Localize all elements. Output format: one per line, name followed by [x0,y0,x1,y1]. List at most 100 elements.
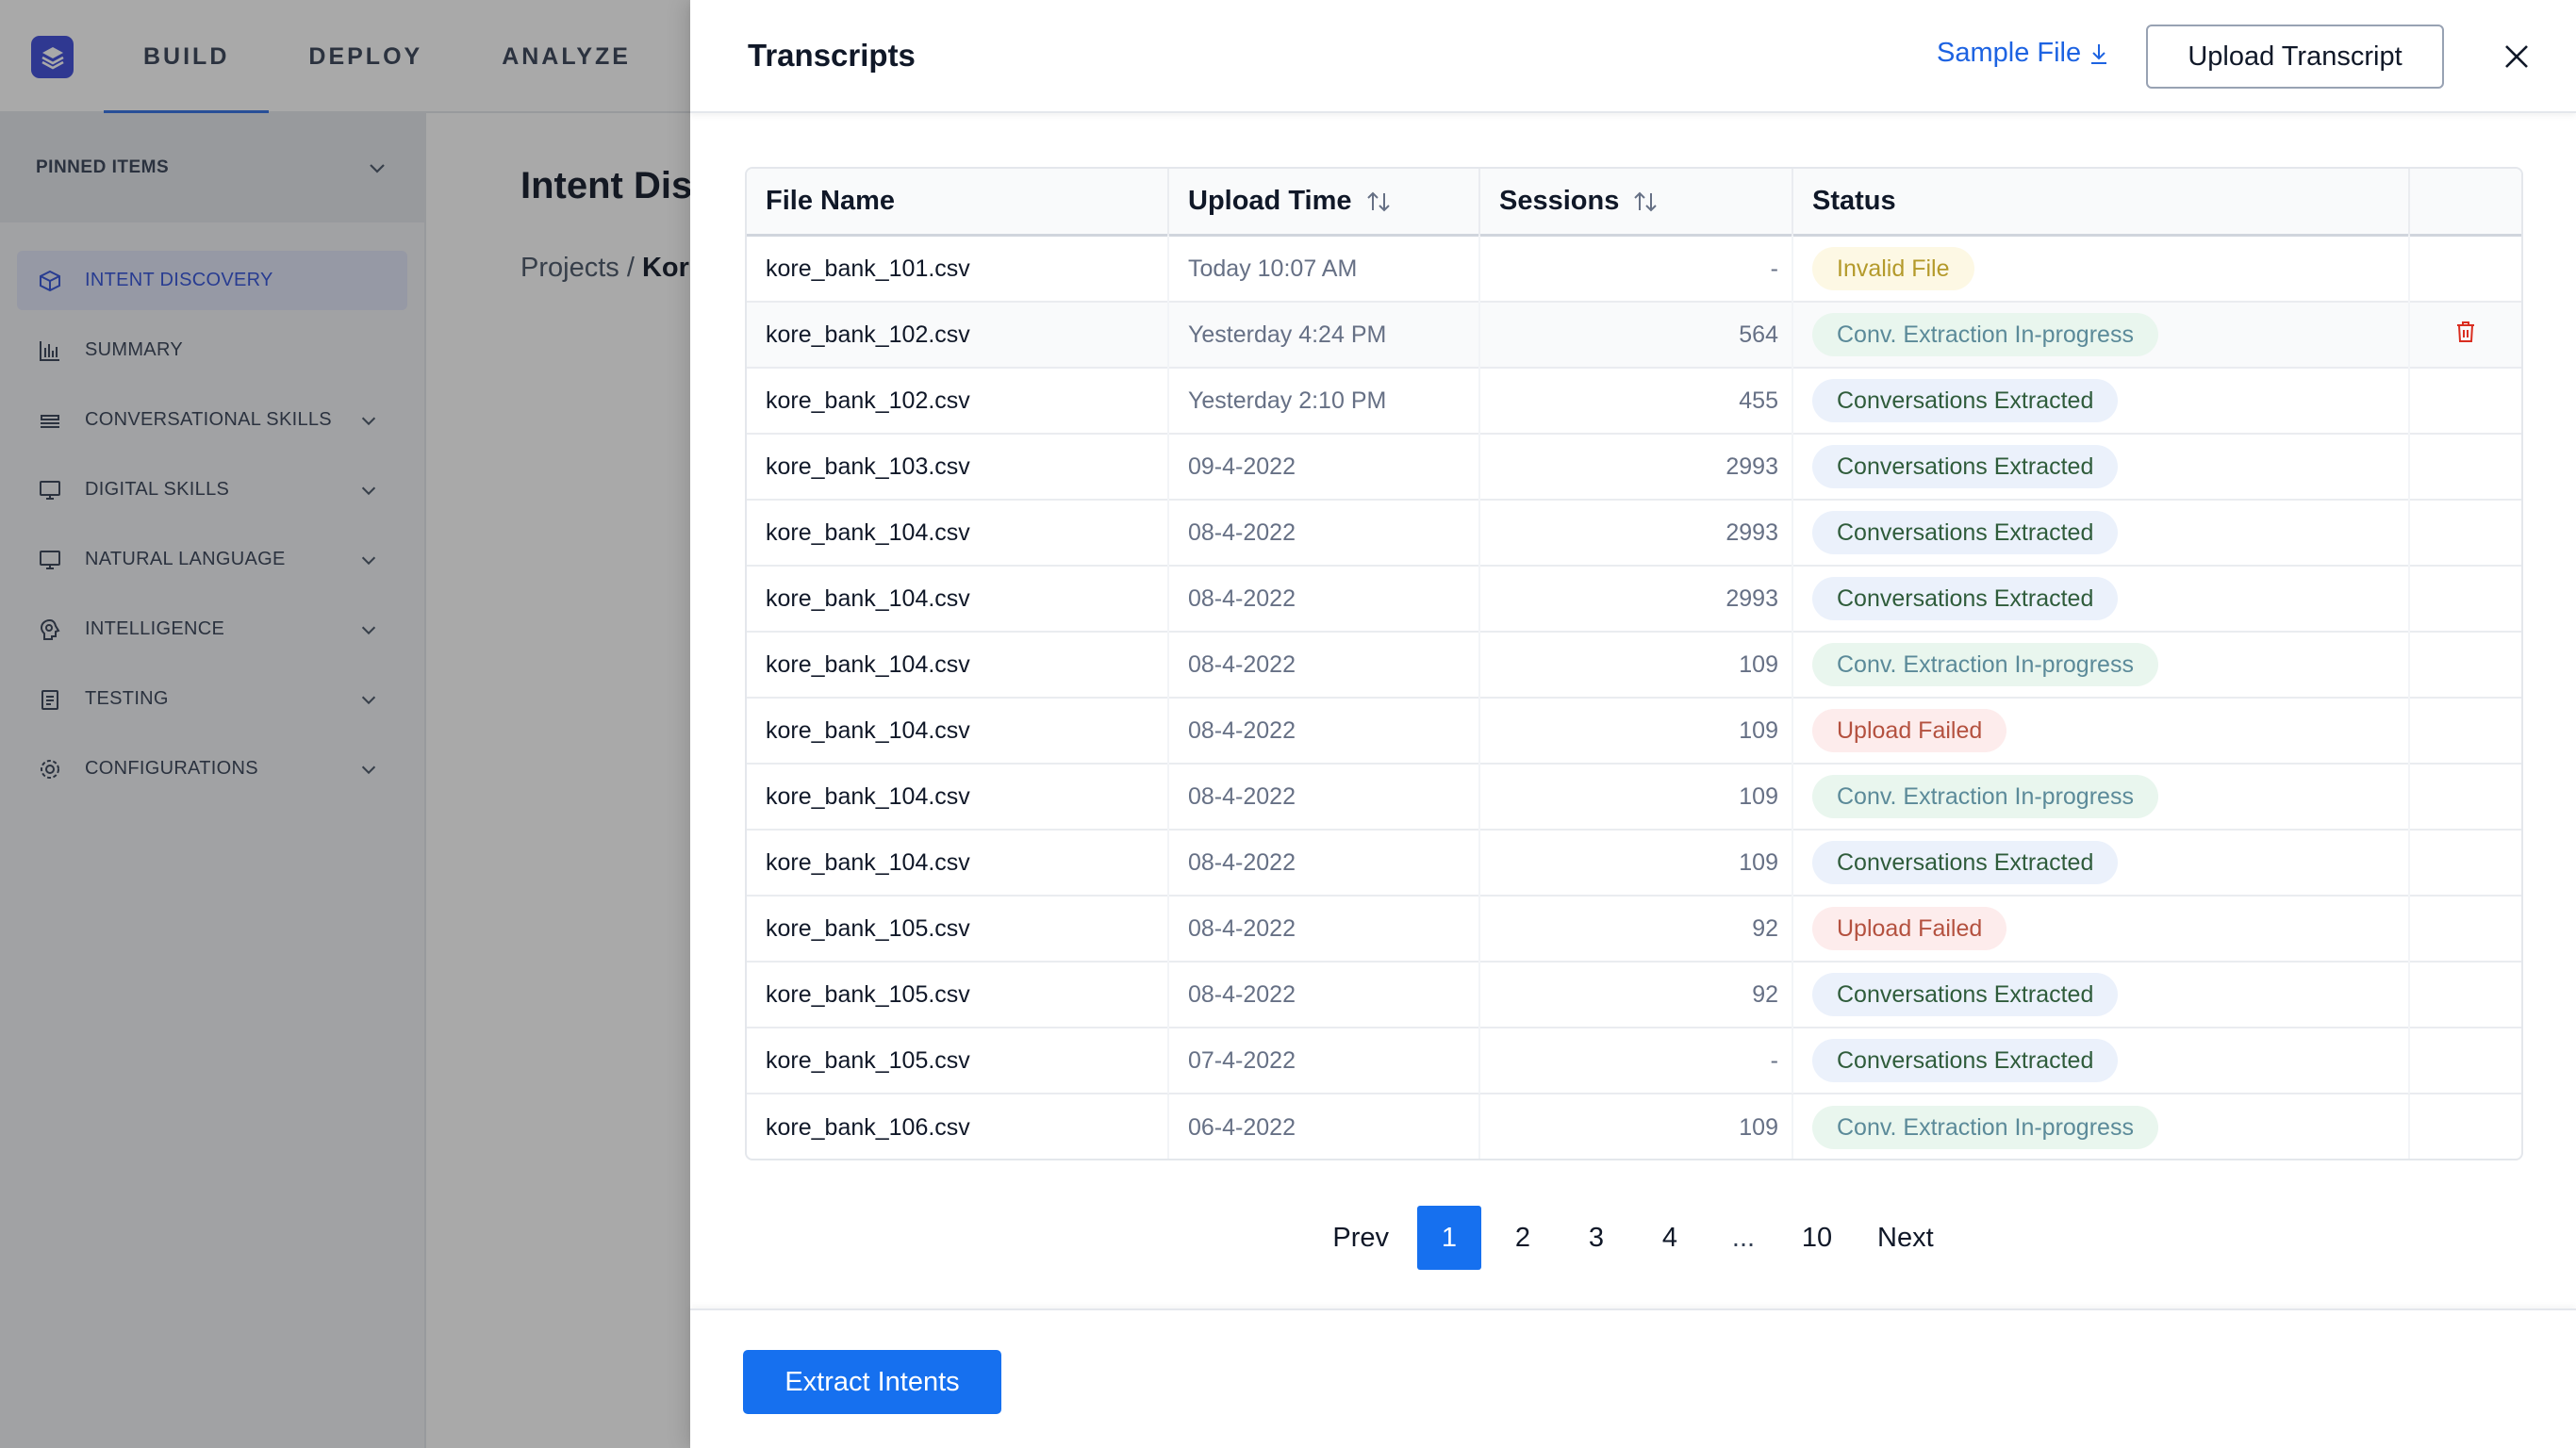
extract-intents-button[interactable]: Extract Intents [743,1350,1001,1414]
cell-sessions: 455 [1478,368,1792,434]
column-header-file-name: File Name [766,186,895,216]
table-row[interactable]: kore_bank_101.csv Today 10:07 AM - Inval… [747,236,2521,303]
table-row[interactable]: kore_bank_104.csv 08-4-2022 109 Conv. Ex… [747,632,2521,699]
column-header-sessions[interactable]: Sessions [1478,169,1792,236]
column-header-actions [2408,169,2521,236]
cell-file-name: kore_bank_106.csv [766,1113,970,1141]
sort-icon[interactable] [1365,189,1392,214]
status-badge: Conversations Extracted [1812,1039,2119,1082]
cell-sessions: 2993 [1478,500,1792,566]
cell-upload-time: Today 10:07 AM [1167,236,1478,302]
cell-upload-time: 07-4-2022 [1167,1028,1478,1094]
cell-sessions: 2993 [1478,566,1792,632]
cell-file-name: kore_bank_105.csv [766,1046,970,1074]
cell-file-name: kore_bank_104.csv [766,782,970,810]
download-icon [2091,43,2107,64]
page-button-10[interactable]: 10 [1785,1206,1849,1270]
drawer-title: Transcripts [748,38,916,73]
cell-upload-time: 08-4-2022 [1167,566,1478,632]
table-row[interactable]: kore_bank_104.csv 08-4-2022 2993 Convers… [747,500,2521,567]
cell-upload-time: Yesterday 4:24 PM [1167,302,1478,368]
column-header-upload-time[interactable]: Upload Time [1167,169,1478,236]
status-badge: Conversations Extracted [1812,577,2119,620]
table-header: File Name Upload Time Sessions Status [747,169,2521,237]
table-row[interactable]: kore_bank_102.csv Yesterday 4:24 PM 564 … [747,302,2521,369]
pagination: Prev 1 2 3 4 ... 10 Next [690,1206,2576,1270]
cell-sessions: 109 [1478,764,1792,830]
cell-sessions: 109 [1478,698,1792,764]
page-button-4[interactable]: 4 [1638,1206,1702,1270]
cell-sessions: 109 [1478,830,1792,896]
status-badge: Conversations Extracted [1812,379,2119,422]
cell-upload-time: Yesterday 2:10 PM [1167,368,1478,434]
cell-file-name: kore_bank_104.csv [766,518,970,546]
table-row[interactable]: kore_bank_104.csv 08-4-2022 2993 Convers… [747,566,2521,633]
modal-overlay[interactable] [0,0,690,1448]
sample-file-label: Sample File [1937,38,2082,68]
cell-sessions: 92 [1478,962,1792,1028]
sort-icon[interactable] [1632,189,1659,214]
cell-file-name: kore_bank_105.csv [766,914,970,942]
table-row[interactable]: kore_bank_102.csv Yesterday 2:10 PM 455 … [747,368,2521,435]
cell-file-name: kore_bank_104.csv [766,848,970,876]
cell-upload-time: 08-4-2022 [1167,896,1478,962]
status-badge: Upload Failed [1812,709,2007,752]
table-row[interactable]: kore_bank_104.csv 08-4-2022 109 Conversa… [747,830,2521,897]
pagination-ellipsis: ... [1731,1222,1756,1253]
drawer-footer: Extract Intents [690,1308,2576,1448]
cell-sessions: - [1478,236,1792,302]
transcripts-drawer: Transcripts Sample File Upload Transcrip… [690,0,2576,1448]
upload-transcript-button[interactable]: Upload Transcript [2146,25,2444,89]
cell-upload-time: 08-4-2022 [1167,962,1478,1028]
cell-sessions: 564 [1478,302,1792,368]
status-badge: Conv. Extraction In-progress [1812,313,2158,356]
close-icon[interactable] [2498,38,2535,75]
transcripts-table: File Name Upload Time Sessions Status ko… [745,167,2523,1160]
status-badge: Conversations Extracted [1812,841,2119,884]
cell-sessions: 92 [1478,896,1792,962]
cell-upload-time: 08-4-2022 [1167,632,1478,698]
cell-sessions: 109 [1478,632,1792,698]
status-badge: Conversations Extracted [1812,445,2119,488]
status-badge: Invalid File [1812,247,1974,290]
cell-file-name: kore_bank_102.csv [766,387,970,414]
cell-file-name: kore_bank_104.csv [766,650,970,678]
next-page-button[interactable]: Next [1858,1206,1953,1270]
cell-file-name: kore_bank_104.csv [766,716,970,744]
cell-upload-time: 06-4-2022 [1167,1094,1478,1159]
page-button-1[interactable]: 1 [1417,1206,1481,1270]
table-row[interactable]: kore_bank_103.csv 09-4-2022 2993 Convers… [747,434,2521,501]
status-badge: Conv. Extraction In-progress [1812,1106,2158,1149]
cell-sessions: 109 [1478,1094,1792,1159]
cell-file-name: kore_bank_103.csv [766,452,970,480]
trash-icon[interactable] [2455,320,2476,351]
column-header-status: Status [1792,169,2408,236]
cell-upload-time: 08-4-2022 [1167,830,1478,896]
prev-page-button[interactable]: Prev [1313,1206,1408,1270]
table-row[interactable]: kore_bank_106.csv 06-4-2022 109 Conv. Ex… [747,1094,2521,1159]
cell-upload-time: 08-4-2022 [1167,764,1478,830]
status-badge: Conversations Extracted [1812,511,2119,554]
cell-sessions: - [1478,1028,1792,1094]
page-button-2[interactable]: 2 [1491,1206,1555,1270]
cell-upload-time: 08-4-2022 [1167,698,1478,764]
table-row[interactable]: kore_bank_104.csv 08-4-2022 109 Conv. Ex… [747,764,2521,831]
cell-file-name: kore_bank_102.csv [766,321,970,348]
sample-file-link[interactable]: Sample File [1937,38,2109,69]
status-badge: Conv. Extraction In-progress [1812,643,2158,686]
cell-upload-time: 09-4-2022 [1167,434,1478,500]
status-badge: Upload Failed [1812,907,2007,950]
cell-file-name: kore_bank_104.csv [766,584,970,612]
table-row[interactable]: kore_bank_105.csv 07-4-2022 - Conversati… [747,1028,2521,1094]
table-row[interactable]: kore_bank_105.csv 08-4-2022 92 Conversat… [747,962,2521,1028]
cell-sessions: 2993 [1478,434,1792,500]
status-badge: Conversations Extracted [1812,973,2119,1016]
table-row[interactable]: kore_bank_105.csv 08-4-2022 92 Upload Fa… [747,896,2521,963]
table-row[interactable]: kore_bank_104.csv 08-4-2022 109 Upload F… [747,698,2521,765]
drawer-header: Transcripts Sample File Upload Transcrip… [690,0,2576,113]
page-button-3[interactable]: 3 [1564,1206,1628,1270]
cell-file-name: kore_bank_101.csv [766,255,970,282]
cell-file-name: kore_bank_105.csv [766,980,970,1008]
status-badge: Conv. Extraction In-progress [1812,775,2158,818]
cell-upload-time: 08-4-2022 [1167,500,1478,566]
